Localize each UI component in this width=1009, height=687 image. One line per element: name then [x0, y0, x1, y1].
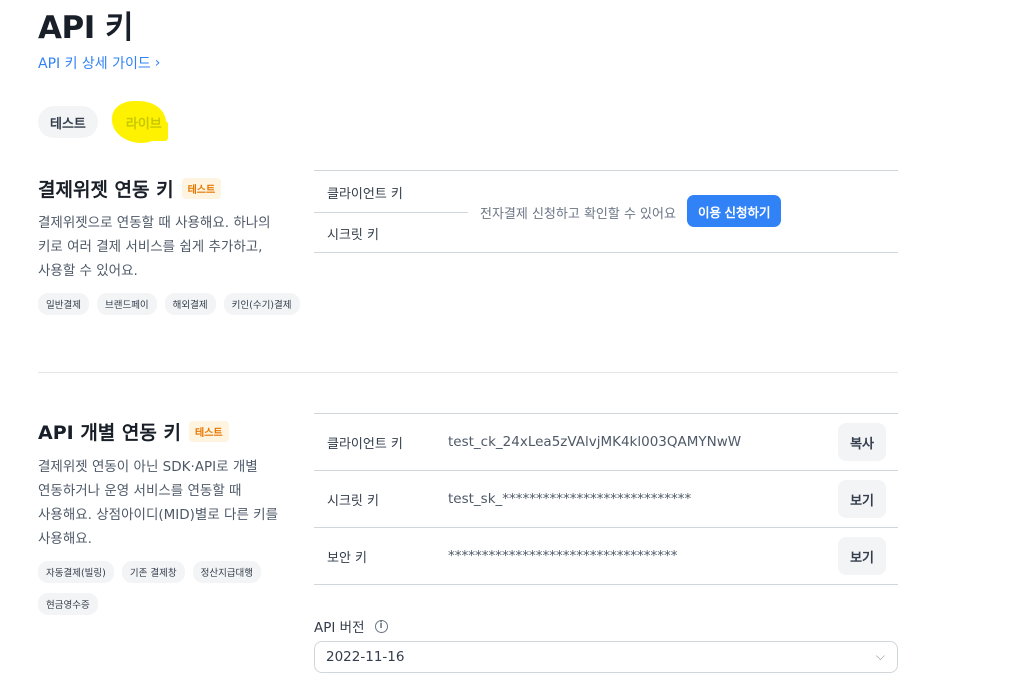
tag: 정산지급대행 [192, 561, 262, 583]
secret-key-label: 시크릿 키 [327, 493, 379, 509]
api-key-table: 클라이언트 키 test_ck_24xLea5zVAlvjMK4kl003QAM… [314, 413, 898, 585]
env-badge: 테스트 [188, 421, 229, 442]
api-version-label: API 버전 i [314, 616, 388, 636]
tag: 해외결제 [164, 293, 216, 315]
table-row: 보안 키 ********************************** … [314, 528, 898, 585]
page-title: API 키 [38, 10, 134, 46]
widget-section-title: 결제위젯 연동 키 테스트 [38, 175, 222, 202]
tab-live[interactable]: 라이브 [114, 106, 174, 138]
client-key-label: 클라이언트 키 [327, 187, 403, 202]
widget-section-heading: 결제위젯 연동 키 [38, 179, 174, 201]
section-divider [38, 372, 898, 373]
tag: 기존 결제창 [121, 561, 185, 583]
row-divider [314, 212, 468, 213]
api-section-description: 결제위젯 연동이 아닌 SDK·API로 개별 연동하거나 운영 서비스를 연동… [38, 455, 278, 551]
chevron-right-icon: › [154, 55, 161, 71]
show-secret-key-button[interactable]: 보기 [838, 480, 886, 518]
client-key-label: 클라이언트 키 [327, 436, 403, 452]
chevron-down-icon: ⌵ [875, 649, 885, 663]
security-key-label: 보안 키 [327, 550, 368, 566]
environment-tabs: 테스트 라이브 [38, 106, 174, 138]
info-icon[interactable]: i [374, 619, 388, 633]
tag: 자동결제(빌링) [38, 561, 114, 583]
tag: 현금영수증 [38, 593, 98, 615]
desc-line: 결제위젯으로 연동할 때 사용해요. 하나의 [38, 215, 271, 231]
guide-link-label: API 키 상세 가이드 [38, 56, 151, 72]
table-row: 시크릿 키 test_sk_**************************… [314, 471, 898, 528]
secret-key-label: 시크릿 키 [327, 228, 379, 243]
client-key-value: test_ck_24xLea5zVAlvjMK4kl003QAMYNwW [448, 434, 742, 450]
api-key-guide-link[interactable]: API 키 상세 가이드 › [38, 53, 160, 73]
secret-key-value: test_sk_**************************** [448, 491, 692, 507]
tab-test[interactable]: 테스트 [38, 106, 98, 138]
copy-button[interactable]: 복사 [838, 423, 886, 461]
desc-line: 사용해요. [38, 531, 92, 547]
widget-section-description: 결제위젯으로 연동할 때 사용해요. 하나의 키로 여러 결제 서비스를 쉽게 … [38, 211, 271, 283]
tag: 브랜드페이 [96, 293, 157, 315]
api-section-title: API 개별 연동 키 테스트 [38, 418, 229, 445]
api-version-label-text: API 버전 [314, 620, 365, 636]
apply-message: 전자결제 신청하고 확인할 수 있어요 [480, 207, 676, 222]
table-row: 클라이언트 키 test_ck_24xLea5zVAlvjMK4kl003QAM… [314, 414, 898, 471]
api-section-heading: API 개별 연동 키 [38, 422, 181, 444]
tag: 일반결제 [38, 293, 89, 315]
desc-line: 연동하거나 운영 서비스를 연동할 때 [38, 483, 242, 499]
apply-service-button[interactable]: 이용 신청하기 [687, 195, 782, 227]
api-version-value: 2022-11-16 [326, 649, 405, 665]
show-security-key-button[interactable]: 보기 [838, 537, 886, 575]
desc-line: 결제위젯 연동이 아닌 SDK·API로 개별 [38, 459, 258, 475]
widget-tags: 일반결제 브랜드페이 해외결제 키인(수기)결제 [38, 293, 308, 315]
env-badge: 테스트 [181, 178, 222, 199]
security-key-value: ********************************** [448, 548, 678, 564]
desc-line: 사용해요. 상점아이디(MID)별로 다른 키를 [38, 507, 279, 523]
desc-line: 키로 여러 결제 서비스를 쉽게 추가하고, [38, 239, 263, 255]
api-tags: 자동결제(빌링) 기존 결제창 정산지급대행 현금영수증 [38, 561, 278, 615]
api-version-select[interactable]: 2022-11-16 ⌵ [314, 641, 898, 673]
widget-key-table: 클라이언트 키 시크릿 키 전자결제 신청하고 확인할 수 있어요 이용 신청하… [314, 170, 898, 253]
tag: 키인(수기)결제 [223, 293, 300, 315]
desc-line: 사용할 수 있어요. [38, 263, 138, 279]
